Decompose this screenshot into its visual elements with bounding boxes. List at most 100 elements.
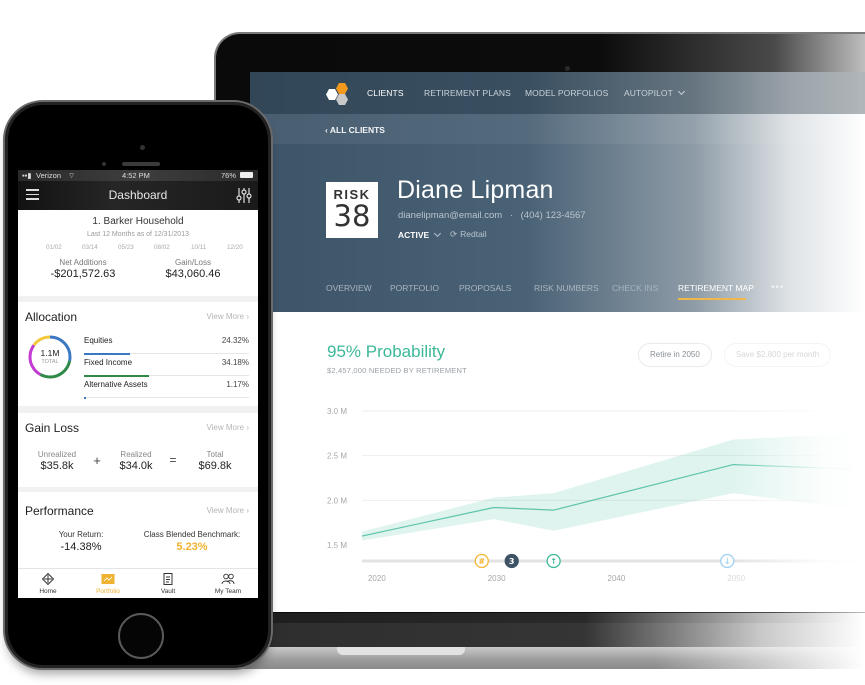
nav-autopilot[interactable]: AUTOPILOT [624, 87, 685, 98]
gain-loss-label: Gain/Loss [174, 258, 212, 267]
redtail-label: Redtail [460, 229, 487, 239]
allocation-row-alternative: Alternative Assets 1.17% [84, 380, 249, 389]
allocation-bar-track [84, 396, 249, 399]
benchmark-value: 5.23% [176, 541, 208, 553]
your-return-label: Your Return: [58, 530, 104, 539]
home-button[interactable] [118, 613, 164, 659]
retire-year-pill[interactable]: Retire in 2050 [638, 343, 712, 367]
performance-view-more[interactable]: View More › [206, 506, 249, 515]
allocation-bar-track [84, 374, 249, 377]
client-email[interactable]: dianelipman@email.com [398, 210, 502, 221]
view-more-label: View More [206, 506, 245, 515]
allocation-title: Allocation [25, 310, 78, 324]
nav-autopilot-label: AUTOPILOT [624, 88, 673, 98]
chevron-down-icon [677, 87, 685, 96]
confidence-band [362, 433, 854, 541]
benchmark-label: Class Blended Benchmark: [143, 530, 241, 539]
timeline-marker-label: 3 [509, 557, 515, 566]
x-tick-label: 2040 [608, 574, 626, 583]
tab-retirement-map[interactable]: RETIREMENT MAP [678, 283, 754, 293]
bottom-tab-bar: Home Portfolio Vault My Team [18, 568, 258, 598]
logo-hex-gray [336, 94, 348, 105]
allocation-bar-fill [84, 374, 149, 377]
allocation-label: Alternative Assets [84, 380, 148, 389]
all-clients-back-link[interactable]: ‹ ALL CLIENTS [325, 125, 385, 135]
client-phone[interactable]: (404) 123-4567 [521, 210, 586, 221]
y-tick-label: 3.0 M [327, 407, 347, 416]
y-tick-label: 2.5 M [327, 452, 347, 461]
household-card[interactable]: 1. Barker Household Last 12 Months as of… [18, 210, 258, 296]
tab-label: Home [39, 588, 57, 595]
phone-camera [140, 145, 145, 150]
phone-speaker [122, 162, 160, 166]
client-status-dropdown[interactable]: ACTIVE [398, 229, 442, 240]
gain-loss-title: Gain Loss [25, 421, 80, 435]
allocation-total-label: TOTAL [41, 359, 59, 365]
total-label: Total [206, 450, 224, 459]
battery-percent: 76% [221, 171, 237, 180]
app-bar: Dashboard [18, 181, 258, 210]
tab-proposals[interactable]: PROPOSALS [459, 283, 511, 293]
tab-label: Portfolio [96, 588, 120, 595]
chevron-right-icon: › [246, 506, 249, 515]
gain-loss-card[interactable]: Gain Loss View More › Unrealized $35.8k … [18, 413, 258, 487]
tab-portfolio[interactable]: Portfolio [78, 569, 138, 595]
tab-home[interactable]: Home [18, 569, 78, 595]
active-tab-indicator [678, 298, 746, 300]
vault-document-icon [163, 573, 173, 585]
date-tick: 01/02 [46, 244, 62, 251]
allocation-view-more[interactable]: View More › [206, 312, 249, 321]
retirement-chart-svg: 3.0 M 2.5 M 2.0 M 1.5 M 2020 2030 2040 2050 # 3 ↑ ↓ [327, 407, 865, 583]
allocation-bar-track [84, 352, 249, 355]
allocation-card[interactable]: Allocation View More › 1.1M TOTAL Equiti… [18, 302, 258, 406]
allocation-total-value: 1.1M [40, 348, 60, 358]
filter-sliders-icon[interactable] [236, 187, 252, 204]
laptop-screen: CLIENTS RETIREMENT PLANS MODEL PORFOLIOS… [250, 72, 865, 612]
net-additions-value: -$201,572.63 [50, 268, 116, 280]
logo-hex-orange [336, 83, 348, 94]
gain-loss-view-more[interactable]: View More › [206, 423, 249, 432]
battery-icon [240, 172, 253, 178]
more-tabs-button[interactable]: ••• [771, 282, 785, 293]
laptop-opening-notch [337, 647, 465, 655]
date-tick: 05/23 [118, 244, 134, 251]
tab-overview[interactable]: OVERVIEW [326, 283, 372, 293]
client-status-label: ACTIVE [398, 230, 430, 240]
wifi-icon: ⌔ [68, 171, 76, 180]
sync-icon: ⟳ [450, 229, 458, 239]
performance-card[interactable]: Performance View More › Your Return: -14… [18, 492, 258, 568]
allocation-bar-fill [84, 352, 131, 355]
client-name: Diane Lipman [397, 176, 554, 204]
redtail-sync[interactable]: ⟳ Redtail [450, 229, 487, 240]
realized-label: Realized [120, 450, 152, 459]
tab-my-team[interactable]: My Team [198, 569, 258, 595]
y-tick-label: 1.5 M [327, 541, 347, 550]
timeline-marker-label: ↓ [724, 557, 731, 566]
needed-by-retirement: $2,457,000 NEEDED BY RETIREMENT [327, 366, 467, 375]
nav-model-portfolios[interactable]: MODEL PORFOLIOS [525, 88, 608, 98]
chevron-right-icon: › [246, 312, 249, 321]
timeline-marker-label: ↑ [550, 557, 557, 566]
client-contact: dianelipman@email.com · (404) 123-4567 [398, 210, 586, 221]
tab-portfolio[interactable]: PORTFOLIO [390, 283, 439, 293]
retirement-chart: 3.0 M 2.5 M 2.0 M 1.5 M 2020 2030 2040 2050 #3 ↑ ↓ [250, 397, 865, 597]
unrealized-label: Unrealized [37, 450, 77, 459]
tab-check-ins[interactable]: CHECK INS [612, 283, 658, 293]
nav-clients[interactable]: CLIENTS [367, 88, 404, 98]
brand-logo-icon[interactable] [326, 82, 352, 106]
tab-vault[interactable]: Vault [138, 569, 198, 595]
realized-value: $34.0k [119, 460, 153, 472]
timeline-marker-label: # [478, 557, 485, 566]
x-tick-label: 2030 [488, 574, 506, 583]
risk-number-badge: RISK 38 [326, 182, 378, 238]
y-tick-label: 2.0 M [327, 496, 347, 505]
performance-title: Performance [25, 504, 94, 518]
nav-retirement-plans[interactable]: RETIREMENT PLANS [424, 88, 511, 98]
date-tick: 12/20 [227, 244, 243, 251]
chevron-down-icon [434, 229, 442, 238]
date-tick: 03/14 [82, 244, 98, 251]
unrealized-value: $35.8k [40, 460, 74, 472]
savings-pill[interactable]: Save $2,800 per month [724, 343, 832, 367]
allocation-pct: 1.17% [226, 380, 249, 389]
tab-risk-numbers[interactable]: RISK NUMBERS [534, 283, 599, 293]
